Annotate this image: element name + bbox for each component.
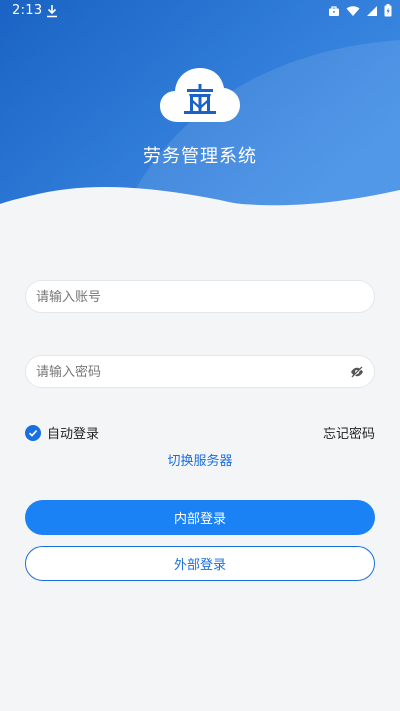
account-field[interactable] xyxy=(25,280,375,314)
wifi-icon xyxy=(346,5,360,16)
external-login-button[interactable]: 外部登录 xyxy=(25,546,375,581)
briefcase-icon xyxy=(329,5,339,16)
eye-off-icon[interactable] xyxy=(350,365,364,379)
password-input[interactable] xyxy=(34,356,348,389)
status-time: 2:13 xyxy=(12,3,43,18)
download-icon xyxy=(47,5,57,18)
switch-server-link[interactable]: 切换服务器 xyxy=(0,450,400,469)
status-icons xyxy=(328,4,392,17)
cloud-building-icon xyxy=(160,68,240,122)
battery-icon xyxy=(384,4,392,17)
status-bar: 2:13 xyxy=(0,0,400,24)
auto-login-option[interactable]: 自动登录 xyxy=(25,423,99,442)
internal-login-button[interactable]: 内部登录 xyxy=(25,500,375,535)
password-field[interactable] xyxy=(25,355,375,389)
check-icon xyxy=(28,429,38,437)
app-title: 劳务管理系统 xyxy=(143,146,257,167)
auto-login-label: 自动登录 xyxy=(47,427,100,442)
account-input[interactable] xyxy=(34,281,348,314)
forgot-password-link[interactable]: 忘记密码 xyxy=(323,423,375,442)
auto-login-checkbox[interactable] xyxy=(25,424,41,441)
signal-icon xyxy=(367,5,377,16)
